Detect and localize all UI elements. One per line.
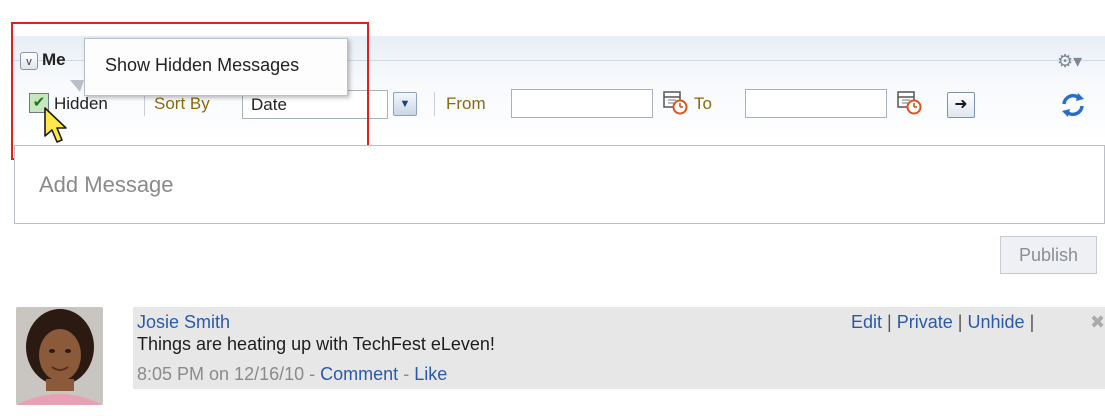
comment-link[interactable]: Comment: [320, 364, 398, 384]
refresh-icon[interactable]: [1058, 90, 1088, 120]
calendar-icon[interactable]: [662, 89, 688, 115]
from-label: From: [446, 94, 486, 113]
meta-separator: -: [403, 364, 410, 384]
to-date-input[interactable]: [745, 89, 887, 118]
add-message-field[interactable]: Add Message: [14, 145, 1105, 224]
action-separator: |: [1029, 312, 1035, 332]
add-message-placeholder: Add Message: [39, 172, 174, 197]
action-separator: |: [887, 312, 892, 332]
from-date-input[interactable]: [511, 89, 653, 118]
message-body: Things are heating up with TechFest eLev…: [137, 334, 495, 354]
gear-icon[interactable]: ⚙▾: [1057, 50, 1091, 72]
meta-separator: -: [309, 364, 316, 384]
avatar[interactable]: [16, 307, 103, 405]
unhide-link[interactable]: Unhide: [968, 312, 1025, 332]
toolbar-separator: [434, 92, 435, 116]
private-link[interactable]: Private: [897, 312, 953, 332]
author-link[interactable]: Josie Smith: [137, 312, 230, 333]
delete-icon[interactable]: ✖: [1090, 312, 1105, 333]
calendar-icon[interactable]: [896, 89, 922, 115]
action-separator: |: [957, 312, 963, 332]
like-link[interactable]: Like: [414, 364, 447, 384]
message-meta: 8:05 PM on 12/16/10 - Comment - Like: [137, 364, 447, 385]
message-actions: Edit | Private | Unhide |: [851, 312, 1034, 333]
publish-button[interactable]: Publish: [1000, 236, 1097, 274]
message-timestamp: 8:05 PM on 12/16/10: [137, 364, 305, 384]
edit-link[interactable]: Edit: [851, 312, 882, 332]
chevron-down-icon[interactable]: ▼: [393, 92, 417, 116]
highlight-frame: [11, 22, 369, 160]
to-label: To: [694, 94, 712, 113]
arrow-right-icon[interactable]: ➜: [947, 92, 975, 118]
